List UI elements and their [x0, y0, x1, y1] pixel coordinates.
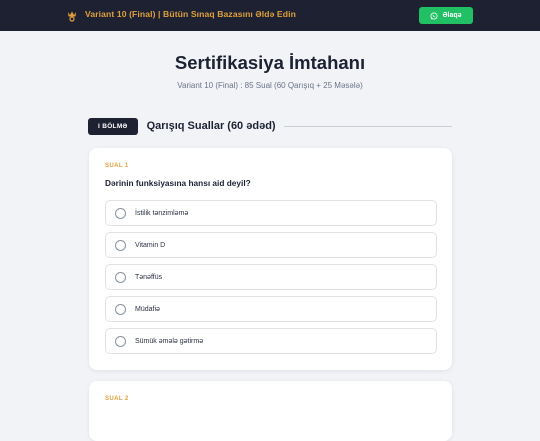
- question-number: SUAL 1: [105, 163, 129, 169]
- question-card: SUAL 1 Dərinin funksiyasına hansı aid de…: [89, 148, 452, 370]
- question-text: Dərinin funksiyasına hansı aid deyil?: [105, 178, 251, 188]
- whatsapp-icon: [430, 11, 438, 20]
- radio-button[interactable]: [115, 207, 126, 219]
- contact-button-label: Əlaqə: [442, 12, 462, 19]
- top-bar: Variant 10 (Final) | Bütün Sınaq Bazasın…: [0, 0, 540, 31]
- section-header: I BÖLMƏ Qarışıq Suallar (60 ədəd): [88, 117, 452, 135]
- answer-option-label: Vitamin D: [135, 241, 166, 249]
- section-title: Qarışıq Suallar (60 ədəd): [146, 120, 276, 132]
- radio-button[interactable]: [115, 303, 126, 315]
- section-badge: I BÖLMƏ: [88, 117, 138, 135]
- page-subtitle: Variant 10 (Final) : 85 Sual (60 Qarışıq…: [177, 81, 363, 90]
- promo-banner-text[interactable]: Variant 10 (Final) | Bütün Sınaq Bazasın…: [85, 9, 296, 19]
- radio-button[interactable]: [115, 335, 126, 347]
- answer-option-label: Tənəffüs: [135, 273, 163, 281]
- graduation-crown-icon: [66, 9, 78, 22]
- answer-option-label: Müdafiə: [135, 305, 160, 313]
- section-divider: [283, 125, 452, 127]
- radio-button[interactable]: [115, 271, 126, 283]
- answer-option[interactable]: Tənəffüs: [105, 264, 437, 290]
- radio-button[interactable]: [115, 239, 126, 251]
- answer-option[interactable]: Vitamin D: [105, 232, 437, 258]
- answer-option-label: Sümük əmələ gətirmə: [135, 337, 204, 345]
- page-title: Sertifikasiya İmtahanı: [174, 52, 366, 73]
- answer-option[interactable]: Sümük əmələ gətirmə: [105, 328, 437, 354]
- answer-option[interactable]: Müdafiə: [105, 296, 437, 322]
- answer-option[interactable]: İstilik tənzimləmə: [105, 200, 437, 226]
- question-number: SUAL 2: [105, 396, 129, 402]
- question-card: SUAL 2: [89, 381, 452, 441]
- contact-button[interactable]: Əlaqə: [419, 7, 473, 24]
- answer-option-label: İstilik tənzimləmə: [135, 209, 189, 217]
